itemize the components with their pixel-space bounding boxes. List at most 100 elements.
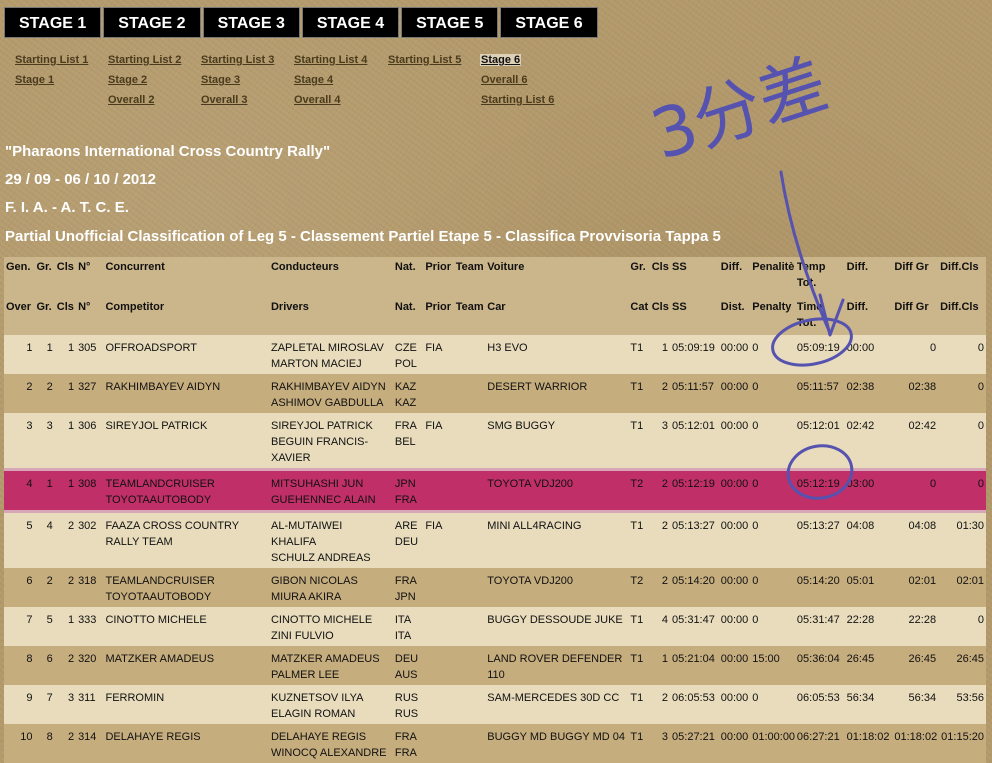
cell-cls2: 1 [661,653,669,665]
cell-ss: 05:21:04 [672,653,715,665]
table-header-fr: Gen. Gr. Cls N° Concurrent Conducteurs Nat. Pri… [4,257,986,297]
cell-line: RUS [394,708,419,720]
link-starting-list-2[interactable]: Starting List 2 [108,54,181,66]
cell-prior [423,470,453,512]
cell-diff: 56:34 [846,692,875,704]
column-header: Gr. [34,297,55,335]
cell-competitor: RAKHIMBAYEV AIDYN [103,374,269,413]
cell-line: GUEHENNEC ALAIN [270,494,376,506]
cell-time: 06:05:53 [796,692,840,704]
event-federation: F. I. A. - A. T. C. E. [5,199,129,216]
column-header: N° [76,297,104,335]
results-table: Gen. Gr. Cls N° Concurrent Conducteurs Nat. Pri… [4,257,986,763]
cell-pen: 0 [752,478,759,490]
cell-nat: KAZ KAZ [393,374,423,413]
link-overall-4[interactable]: Overall 4 [294,94,340,106]
cell-line: ZAPLETAL MIROSLAV [270,342,384,354]
cell-drivers: SIREYJOL PATRICK BEGUIN FRANCIS- XAVIER [269,413,393,470]
cell-diff: 05:01 [846,575,875,587]
cell-no: 318 [78,575,97,587]
cell-cls: 2 [67,731,75,743]
link-starting-list-6[interactable]: Starting List 6 [481,94,554,106]
cell-line: BEGUIN FRANCIS- [270,436,369,448]
cell-dist: 00:00 [720,653,749,665]
link-stage-4[interactable]: Stage 4 [294,74,333,86]
tab-stage-1[interactable]: STAGE 1 [4,7,102,38]
cell-drivers: DELAHAYE REGIS WINOCQ ALEXANDRE [269,724,393,763]
cell-diff: 22:28 [846,614,875,626]
table-row: 8 6 2 320 MATZKER AMADEUS MATZKER AMADEUS PALM… [4,646,986,685]
cell-time: 05:12:01 [796,420,840,432]
link-stage-1[interactable]: Stage 1 [15,74,54,86]
cell-drivers: GIBON NICOLAS MIURA AKIRA [269,568,393,607]
cell-diffcls: 01:15:20 [941,731,984,743]
column-header: Nat. [392,257,424,297]
cell-pen: 01:00:00 [752,731,795,743]
column-header: Competitor [103,297,269,335]
cell-cls2: 2 [661,478,669,490]
cell-car: TOYOTA VDJ200 [485,568,628,607]
cell-diffcls: 0 [977,614,984,626]
cell-line: AL-MUTAIWEI [270,520,343,532]
link-starting-list-4[interactable]: Starting List 4 [294,54,367,66]
cell-gr: 6 [46,653,53,665]
link-overall-2[interactable]: Overall 2 [108,94,154,106]
cell-cls: 2 [67,520,75,532]
table-row: 2 2 1 327 RAKHIMBAYEV AIDYN RAKHIMBAYEV AIDYN… [4,374,986,413]
column-header: Diff Gr [892,257,939,297]
column-header: Cls [649,257,671,297]
link-starting-list-5[interactable]: Starting List 5 [388,54,461,66]
cell-line: POL [394,358,417,370]
cell-diff: 02:42 [846,420,875,432]
cell-diffgr: 0 [929,478,937,490]
cell-car: SAM-MERCEDES 30D CC [485,685,628,724]
column-header: Diff. [844,257,893,297]
tab-stage-3[interactable]: STAGE 3 [202,7,300,38]
cell-ss: 06:05:53 [672,692,715,704]
cell-prior [423,607,453,646]
column-header: Over [4,297,35,335]
cell-cls2: 3 [661,420,669,432]
cell-cls2: 2 [661,575,669,587]
cell-gen: 2 [26,381,33,393]
link-starting-list-1[interactable]: Starting List 1 [15,54,88,66]
column-header: Gr. [34,257,55,297]
cell-line: KUZNETSOV ILYA [270,692,364,704]
link-starting-list-3[interactable]: Starting List 3 [201,54,274,66]
cell-line: DEU [394,653,419,665]
cell-line: H3 EVO [487,342,528,354]
cell-competitor: TEAMLANDCRUISER TOYOTAAUTOBODY [103,568,269,607]
cell-line: KAZ [394,381,417,393]
link-overall-3[interactable]: Overall 3 [201,94,247,106]
cell-line: KAZ [394,397,417,409]
column-header: Dist. [718,297,751,335]
cell-diffcls: 01:30 [956,520,984,532]
cell-dist: 00:00 [720,342,749,354]
link-stage-2[interactable]: Stage 2 [108,74,147,86]
cell-nat: RUS RUS [393,685,423,724]
cell-team [454,413,485,470]
tab-stage-6[interactable]: STAGE 6 [500,7,598,38]
link-stage-6[interactable]: Stage 6 [480,54,522,66]
cell-drivers: KUZNETSOV ILYA ELAGIN ROMAN [269,685,393,724]
cell-diffcls: 0 [977,381,984,393]
link-overall-6[interactable]: Overall 6 [481,74,527,86]
column-header: Nat. [392,297,424,335]
cell-line: ASHIMOV GABDULLA [270,397,384,409]
cell-team [454,374,485,413]
link-stage-3[interactable]: Stage 3 [201,74,240,86]
cell-car: MINI ALL4RACING [485,512,628,569]
cell-no: 308 [78,478,97,490]
cell-team [454,470,485,512]
cell-line: ITA [394,614,412,626]
cell-cls: 1 [67,614,75,626]
table-row: 5 4 2 302 FAAZA CROSS COUNTRY RALLY TEAM AL-MU… [4,511,986,569]
cell-line: RUS [394,692,419,704]
cell-cat: T2 [630,478,644,490]
cell-line: TEAMLANDCRUISER [105,575,215,587]
cell-pen: 0 [752,520,759,532]
tab-stage-5[interactable]: STAGE 5 [401,7,499,38]
cell-line: PALMER LEE [270,669,340,681]
tab-stage-4[interactable]: STAGE 4 [301,7,400,38]
tab-stage-2[interactable]: STAGE 2 [103,7,201,38]
